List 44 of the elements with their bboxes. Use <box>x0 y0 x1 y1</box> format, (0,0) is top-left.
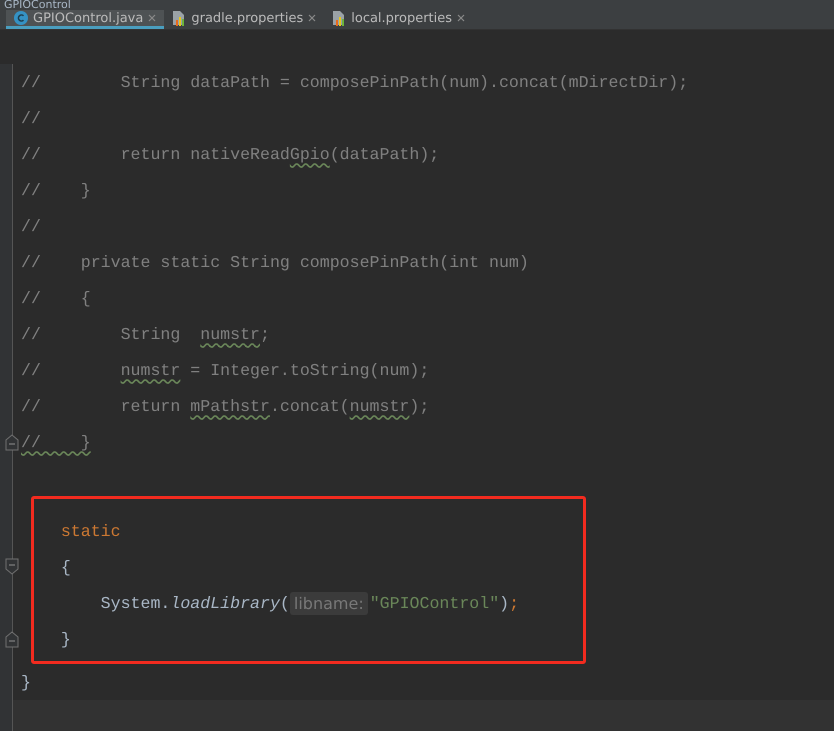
code-comment: ); <box>409 396 430 416</box>
code-comment: mPathstr <box>190 396 270 416</box>
code-comment: = Integer.toString(num); <box>189 360 430 380</box>
fold-icon[interactable] <box>5 630 19 648</box>
close-icon[interactable] <box>308 14 316 22</box>
code-text: ( <box>280 594 290 612</box>
code-comment: // } <box>21 432 91 452</box>
code-text: System. <box>100 594 170 612</box>
code-comment: // return <box>21 396 182 416</box>
code-comment: // String <box>21 324 182 344</box>
properties-file-icon <box>332 10 346 26</box>
code-comment: // private static String composePinPath(int num) <box>21 252 529 272</box>
editor-tab[interactable]: GPIOControl.java <box>6 10 164 29</box>
code-comment: // return nativeRead <box>21 144 290 164</box>
code-text: ; <box>509 594 520 612</box>
close-icon[interactable] <box>457 14 466 22</box>
code-comment: numstr <box>200 324 260 344</box>
code-text: static <box>60 522 121 540</box>
code-comment: ; <box>260 324 270 344</box>
code-comment: // <box>21 360 42 380</box>
editor-tab[interactable]: local.properties <box>324 10 474 29</box>
properties-file-icon <box>172 10 186 26</box>
code-text: "GPIOControl" <box>370 594 500 612</box>
code-comment: .concat( <box>270 396 350 416</box>
code-text: } <box>60 630 71 648</box>
code-comment: // <box>21 108 41 128</box>
code-comment: (dataPath); <box>330 144 440 164</box>
code-comment: Gpio <box>290 144 330 164</box>
code-text: ) <box>499 594 510 612</box>
code-comment: // String dataPath = composePinPath(num).concat(mDirectDir); <box>21 72 688 92</box>
code-text: } <box>21 672 31 692</box>
parameter-hint: libname: <box>290 592 368 614</box>
code-comment: // } <box>21 180 91 200</box>
fold-icon[interactable] <box>5 558 19 576</box>
editor-tab[interactable]: gradle.properties <box>164 10 324 29</box>
code-comment: // <box>21 216 41 236</box>
code-comment: numstr <box>350 396 410 416</box>
breadcrumb[interactable]: GPIOControl <box>0 0 71 10</box>
code-comment: numstr <box>120 360 180 380</box>
code-text: { <box>60 558 71 576</box>
code-text: loadLibrary <box>170 594 280 612</box>
class-icon <box>14 11 28 25</box>
fold-icon[interactable] <box>5 433 19 451</box>
code-comment: // { <box>21 288 91 308</box>
